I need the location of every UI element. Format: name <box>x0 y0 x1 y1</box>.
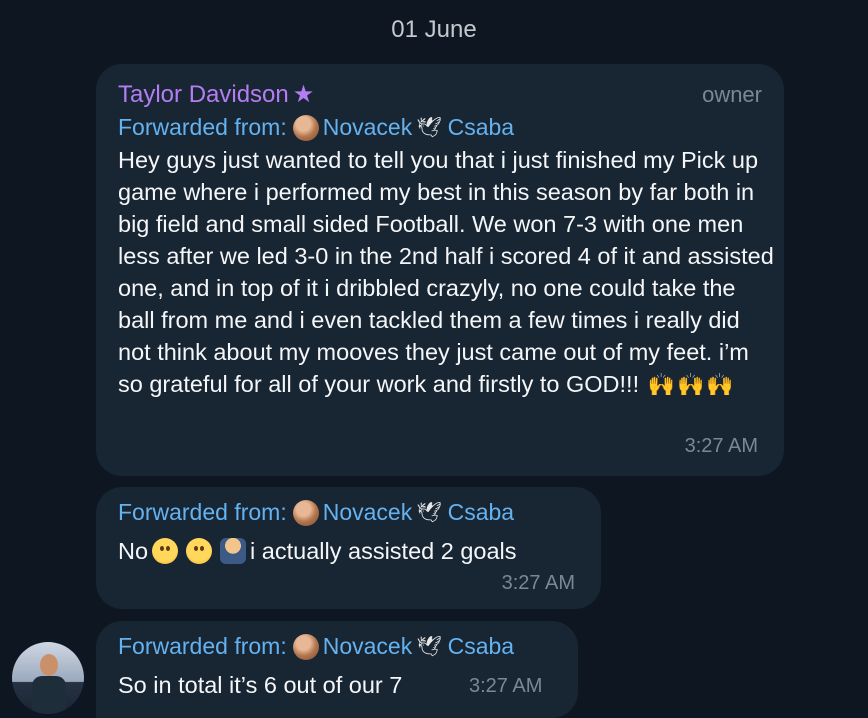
message-text: No i actually assisted 2 goals <box>118 535 517 567</box>
premium-star-icon: ★ <box>292 81 315 108</box>
message-time: 3:27 AM <box>501 572 575 594</box>
forwarded-name-part2: Csaba <box>447 633 515 659</box>
raised-hands-icon: 🙌🙌🙌 <box>647 372 736 397</box>
forwarded-avatar-icon <box>292 633 319 660</box>
forwarded-name: Novacek <box>322 499 413 525</box>
forwarded-name-part2: Csaba <box>447 499 515 525</box>
sender-name[interactable]: Taylor Davidson ★ <box>118 80 314 109</box>
sender-label: Taylor Davidson <box>118 80 289 108</box>
avatar-body <box>32 676 66 714</box>
surprised-face-icon <box>186 538 213 564</box>
message-bubble[interactable]: Taylor Davidson ★ owner Forwarded from: … <box>96 64 784 476</box>
forwarded-header[interactable]: Forwarded from: Novacek 🕊 Csaba <box>118 499 514 526</box>
forwarded-name-part2: Csaba <box>447 114 515 140</box>
forwarded-label: Forwarded from: <box>118 499 287 525</box>
dove-icon: 🕊 <box>416 502 442 524</box>
dove-icon: 🕊 <box>416 636 442 658</box>
forwarded-avatar-icon <box>292 499 319 526</box>
message-time: 3:27 AM <box>469 675 543 697</box>
role-badge: owner <box>702 82 762 107</box>
message-prefix: No <box>118 538 149 564</box>
forwarded-header[interactable]: Forwarded from: Novacek 🕊 Csaba <box>118 114 514 141</box>
forwarded-name: Novacek <box>322 114 413 140</box>
sender-avatar[interactable] <box>12 642 84 714</box>
dove-icon: 🕊 <box>416 117 442 139</box>
forwarded-header[interactable]: Forwarded from: Novacek 🕊 Csaba <box>118 633 514 660</box>
forwarded-label: Forwarded from: <box>118 633 287 659</box>
avatar-head <box>40 654 58 676</box>
forwarded-name: Novacek <box>322 633 413 659</box>
message-bubble[interactable]: Forwarded from: Novacek 🕊 Csaba So in to… <box>96 621 578 718</box>
surprised-face-icon <box>152 538 179 564</box>
message-bubble[interactable]: Forwarded from: Novacek 🕊 Csaba No i act… <box>96 487 601 609</box>
message-body: Hey guys just wanted to tell you that i … <box>118 147 774 397</box>
message-text: Hey guys just wanted to tell you that i … <box>118 144 778 401</box>
forwarded-avatar-icon <box>292 114 319 141</box>
facepalm-icon <box>220 538 247 564</box>
message-suffix: i actually assisted 2 goals <box>250 538 517 564</box>
date-separator: 01 June <box>391 16 477 43</box>
message-time: 3:27 AM <box>684 435 758 457</box>
message-text: So in total it’s 6 out of our 7 <box>118 672 403 698</box>
forwarded-label: Forwarded from: <box>118 114 287 140</box>
